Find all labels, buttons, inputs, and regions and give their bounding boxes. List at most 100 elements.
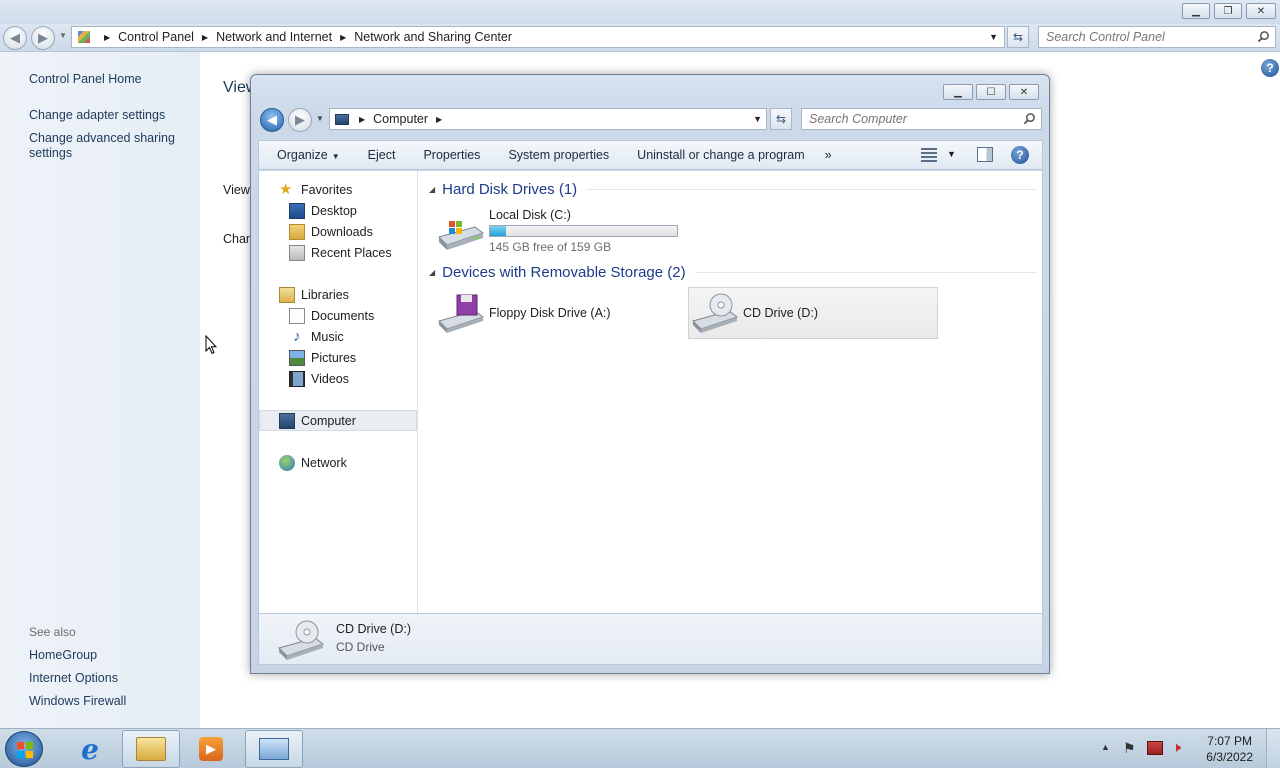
back-button[interactable]: ◀ xyxy=(3,26,27,50)
control-panel-address-row: ◀ ▶ ▼ ▶ Control Panel ▶ Network and Intern… xyxy=(0,24,1280,52)
media-player-icon: ▶ xyxy=(199,737,223,761)
videos-icon xyxy=(289,370,305,387)
control-panel-taskbar-icon xyxy=(259,738,289,760)
drive-name: CD Drive (D:) xyxy=(743,306,818,320)
breadcrumb-item[interactable]: ▶ Network and Internet xyxy=(194,30,332,44)
media-player-taskbar-button[interactable]: ▶ xyxy=(182,730,240,768)
properties-button[interactable]: Properties xyxy=(409,148,494,162)
nav-computer[interactable]: Computer xyxy=(259,410,417,431)
network-status-icon[interactable] xyxy=(1147,741,1163,755)
preview-pane-icon[interactable] xyxy=(977,147,993,162)
removable-storage-group-header[interactable]: ◢ Devices with Removable Storage (2) xyxy=(429,262,1037,282)
control-panel-taskbar-button[interactable] xyxy=(245,730,303,768)
explorer-close-button[interactable]: ✕ xyxy=(1009,84,1039,100)
nav-label: Recent Places xyxy=(311,245,392,260)
forward-button[interactable]: ▶ xyxy=(31,26,55,50)
explorer-address-dropdown-icon[interactable]: ▼ xyxy=(753,114,762,124)
address-dropdown-icon[interactable]: ▼ xyxy=(989,32,998,42)
start-button[interactable] xyxy=(5,731,43,767)
breadcrumb-separator-icon[interactable]: ▶ xyxy=(436,115,442,124)
nav-documents[interactable]: Documents xyxy=(259,305,417,326)
breadcrumb-item[interactable]: ▶ Control Panel xyxy=(96,30,194,44)
windows-explorer-taskbar-button[interactable] xyxy=(122,730,180,768)
refresh-button[interactable]: ⇆ xyxy=(1007,26,1029,48)
explorer-search-input[interactable]: Search Computer xyxy=(801,108,1042,130)
change-adapter-settings-link[interactable]: Change adapter settings xyxy=(29,108,165,123)
internet-explorer-taskbar-button[interactable]: e xyxy=(61,730,119,768)
help-icon[interactable]: ? xyxy=(1261,59,1279,77)
homegroup-link[interactable]: HomeGroup xyxy=(29,648,97,663)
network-icon xyxy=(279,454,295,471)
nav-label: Desktop xyxy=(311,203,357,218)
nav-favorites[interactable]: ★ Favorites xyxy=(259,179,417,200)
system-clock[interactable]: 7:07 PM 6/3/2022 xyxy=(1206,733,1253,765)
pictures-icon xyxy=(289,349,305,366)
nav-downloads[interactable]: Downloads xyxy=(259,221,417,242)
close-button[interactable]: ✕ xyxy=(1246,3,1276,19)
breadcrumb-item[interactable]: ▶ Network and Sharing Center xyxy=(332,30,512,44)
action-center-flag-icon[interactable]: ⚑ xyxy=(1123,740,1136,757)
desktop-icon xyxy=(289,202,305,219)
cd-drive-d-tile[interactable]: CD Drive (D:) xyxy=(688,287,938,339)
star-icon: ★ xyxy=(279,180,293,198)
explorer-help-icon[interactable]: ? xyxy=(1011,146,1029,164)
breadcrumb-item[interactable]: ▶ Computer xyxy=(351,112,428,126)
group-divider xyxy=(586,188,1037,190)
internet-options-link[interactable]: Internet Options xyxy=(29,671,118,686)
control-panel-home-link[interactable]: Control Panel Home xyxy=(29,72,142,87)
nav-music[interactable]: ♪ Music xyxy=(259,326,417,347)
explorer-address-bar[interactable]: ▶ Computer ▶ ▼ xyxy=(329,108,767,130)
explorer-back-button[interactable]: ◀ xyxy=(260,108,284,132)
group-divider xyxy=(694,271,1037,273)
nav-libraries[interactable]: Libraries xyxy=(259,284,417,305)
eject-button[interactable]: Eject xyxy=(354,148,410,162)
explorer-maximize-button[interactable]: ☐ xyxy=(976,84,1006,100)
explorer-recent-dropdown-icon[interactable]: ▼ xyxy=(316,114,324,123)
local-disk-c-tile[interactable]: Local Disk (C:) 145 GB free of 159 GB xyxy=(435,205,685,257)
show-hidden-icons-icon[interactable]: ▲ xyxy=(1101,742,1110,752)
organize-button[interactable]: Organize ▼ xyxy=(259,148,354,162)
address-bar[interactable]: ▶ Control Panel ▶ Network and Internet ▶ Ne… xyxy=(71,26,1005,48)
change-view-icon[interactable] xyxy=(921,148,937,162)
nav-videos[interactable]: Videos xyxy=(259,368,417,389)
search-icon[interactable] xyxy=(1023,112,1036,125)
chevron-down-icon: ▼ xyxy=(331,152,340,161)
nav-network[interactable]: Network xyxy=(259,452,417,473)
windows-firewall-link[interactable]: Windows Firewall xyxy=(29,694,126,709)
explorer-forward-button[interactable]: ▶ xyxy=(288,108,312,132)
group-label: Devices with Removable Storage (2) xyxy=(442,263,686,281)
details-item-type: CD Drive xyxy=(336,640,385,654)
more-commands-button[interactable]: » xyxy=(819,148,846,162)
volume-muted-icon[interactable]: 🕨 xyxy=(1172,739,1181,756)
nav-pictures[interactable]: Pictures xyxy=(259,347,417,368)
view-options-dropdown-icon[interactable]: ▼ xyxy=(947,149,956,159)
file-list-pane: ◢ Hard Disk Drives (1) Local Disk (C:) 14… xyxy=(419,171,1042,613)
documents-icon xyxy=(289,307,305,324)
nav-desktop[interactable]: Desktop xyxy=(259,200,417,221)
hard-disk-drives-group-header[interactable]: ◢ Hard Disk Drives (1) xyxy=(429,179,1037,199)
show-desktop-button[interactable] xyxy=(1266,729,1280,768)
control-panel-left-pane: Control Panel Home Change adapter settin… xyxy=(0,52,200,728)
minimize-button[interactable]: ▁ xyxy=(1182,3,1210,19)
explorer-body: ★ Favorites Desktop Downloads Recent Plac… xyxy=(258,171,1043,613)
explorer-minimize-button[interactable]: ▁ xyxy=(943,84,973,100)
change-advanced-sharing-link[interactable]: Change advanced sharing settings xyxy=(29,131,179,161)
details-item-name: CD Drive (D:) xyxy=(336,622,411,636)
nav-label: Network xyxy=(301,455,347,470)
search-icon[interactable] xyxy=(1257,30,1270,43)
disk-usage-fill xyxy=(490,226,507,236)
hard-drive-icon xyxy=(438,221,485,250)
nav-recent-places[interactable]: Recent Places xyxy=(259,242,417,263)
system-properties-button[interactable]: System properties xyxy=(494,148,623,162)
search-placeholder: Search Control Panel xyxy=(1046,30,1165,44)
drive-name: Floppy Disk Drive (A:) xyxy=(489,306,611,320)
explorer-refresh-button[interactable]: ⇆ xyxy=(770,108,792,130)
search-placeholder: Search Computer xyxy=(809,112,907,126)
uninstall-program-button[interactable]: Uninstall or change a program xyxy=(623,148,818,162)
restore-button[interactable]: ❐ xyxy=(1214,3,1242,19)
floppy-drive-a-tile[interactable]: Floppy Disk Drive (A:) xyxy=(435,287,685,339)
control-panel-icon xyxy=(78,31,90,43)
details-pane: CD Drive (D:) CD Drive xyxy=(258,613,1043,665)
recent-pages-dropdown-icon[interactable]: ▼ xyxy=(59,31,67,40)
search-input[interactable]: Search Control Panel xyxy=(1038,26,1276,48)
